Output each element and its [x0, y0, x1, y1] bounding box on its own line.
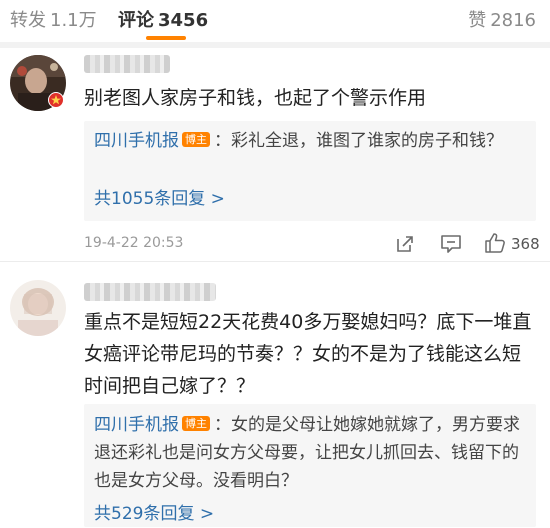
comment-text: 重点不是短短22天花费40多万娶媳妇吗？底下一堆直女癌评论带尼玛的节奏？？女的不… — [84, 311, 532, 397]
avatar[interactable] — [10, 280, 66, 336]
tab-repost[interactable]: 转发 1.1万 — [10, 6, 97, 32]
reply-box[interactable]: 四川手机报 博主 ：彩礼全退，谁图了谁家的房子和钱？ 共1055条回复 > — [84, 121, 536, 221]
reply-icon[interactable] — [440, 234, 462, 254]
share-icon[interactable] — [395, 234, 415, 254]
reply-text: 四川手机报 博主 ：女的是父母让她嫁她就嫁了，男方要求退还彩礼也是问女方父母要，让把… — [84, 404, 536, 495]
reply-author[interactable]: 四川手机报 — [94, 415, 179, 435]
tab-comment-count: 3456 — [158, 10, 209, 31]
host-badge: 博主 — [182, 132, 210, 147]
reply-content: ：彩礼全退，谁图了谁家的房子和钱？ — [214, 131, 503, 151]
username-blurred[interactable] — [84, 283, 216, 301]
tab-divider — [0, 42, 550, 48]
tab-bar: 转发 1.1万 评论 3456 赞 2816 — [0, 0, 550, 42]
reply-box[interactable]: 四川手机报 博主 ：女的是父母让她嫁她就嫁了，男方要求退还彩礼也是问女方父母要，让把… — [84, 404, 536, 527]
thumbs-up-icon[interactable] — [484, 232, 506, 254]
reply-text: 四川手机报 博主 ：彩礼全退，谁图了谁家的房子和钱？ — [84, 121, 536, 155]
avatar-image — [10, 280, 66, 336]
reply-author[interactable]: 四川手机报 — [94, 131, 179, 151]
tab-repost-label: 转发 — [10, 10, 46, 31]
tab-comment-label: 评论 — [118, 10, 154, 31]
username-blurred[interactable] — [84, 55, 170, 73]
vip-badge-icon — [48, 92, 64, 108]
comment-text: 别老图人家房子和钱，也起了个警示作用 — [84, 87, 427, 109]
tab-repost-count: 1.1万 — [50, 10, 97, 31]
tab-like-label: 赞 — [468, 10, 487, 31]
comment-timestamp: 19-4-22 20:53 — [84, 235, 184, 251]
active-tab-indicator — [146, 36, 186, 40]
host-badge: 博主 — [182, 416, 210, 431]
like-count: 368 — [511, 235, 540, 253]
comment-divider — [0, 261, 550, 262]
tab-like-count: 2816 — [490, 10, 536, 31]
tab-like[interactable]: 赞 2816 — [468, 6, 536, 32]
tab-comment[interactable]: 评论 3456 — [118, 6, 208, 32]
view-replies-link[interactable]: 共1055条回复 > — [84, 185, 235, 213]
view-replies-link[interactable]: 共529条回复 > — [84, 500, 224, 528]
